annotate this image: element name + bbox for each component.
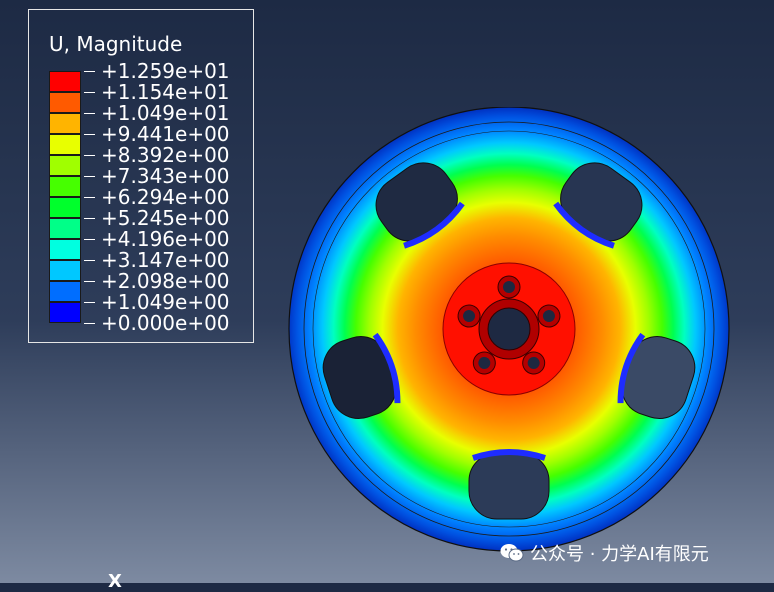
wechat-icon bbox=[500, 543, 524, 563]
watermark-text: 公众号 · 力学AI有限元 bbox=[530, 544, 709, 565]
legend-swatch bbox=[49, 92, 81, 113]
legend-label: +1.049e+01 bbox=[101, 101, 230, 125]
legend-label: +1.154e+01 bbox=[101, 80, 230, 104]
center-bore bbox=[487, 307, 531, 351]
legend-label: +6.294e+00 bbox=[101, 185, 230, 209]
legend-swatch bbox=[49, 71, 81, 92]
legend-tick bbox=[84, 92, 95, 93]
legend-label: +1.049e+00 bbox=[101, 290, 230, 314]
legend-label: +7.343e+00 bbox=[101, 164, 230, 188]
legend-label: +4.196e+00 bbox=[101, 227, 230, 251]
legend-tick bbox=[84, 302, 95, 303]
legend-label: +5.245e+00 bbox=[101, 206, 230, 230]
legend-swatch bbox=[49, 281, 81, 302]
legend-swatch bbox=[49, 239, 81, 260]
legend-tick bbox=[84, 113, 95, 114]
legend-label: +1.259e+01 bbox=[101, 59, 230, 83]
legend-panel: U, Magnitude +1.259e+01 +1.154e+01 +1.049e… bbox=[28, 9, 254, 343]
legend-label: +8.392e+00 bbox=[101, 143, 230, 167]
legend-swatch bbox=[49, 113, 81, 134]
legend-swatch bbox=[49, 302, 81, 323]
wheel-contour-plot[interactable] bbox=[284, 106, 744, 567]
legend-swatch bbox=[49, 218, 81, 239]
spoke-window bbox=[468, 452, 550, 520]
legend-tick bbox=[84, 260, 95, 261]
legend-tick bbox=[84, 239, 95, 240]
legend-swatch bbox=[49, 155, 81, 176]
legend-tick bbox=[84, 281, 95, 282]
legend-tick bbox=[84, 323, 95, 324]
legend-label: +9.441e+00 bbox=[101, 122, 230, 146]
legend-tick bbox=[84, 197, 95, 198]
triad-x-label: X bbox=[108, 571, 122, 592]
wheel-svg bbox=[288, 106, 730, 552]
legend-label: +3.147e+00 bbox=[101, 248, 230, 272]
legend-label: +0.000e+00 bbox=[101, 311, 230, 335]
legend-tick bbox=[84, 71, 95, 72]
legend-label: +2.098e+00 bbox=[101, 269, 230, 293]
legend-tick bbox=[84, 155, 95, 156]
watermark: 公众号 · 力学AI有限元 bbox=[500, 540, 709, 566]
legend-tick bbox=[84, 134, 95, 135]
legend-tick bbox=[84, 176, 95, 177]
legend-title: U, Magnitude bbox=[49, 32, 183, 56]
legend-tick bbox=[84, 218, 95, 219]
legend-swatch bbox=[49, 176, 81, 197]
legend-swatch bbox=[49, 197, 81, 218]
legend-swatch bbox=[49, 260, 81, 281]
legend-swatch bbox=[49, 134, 81, 155]
